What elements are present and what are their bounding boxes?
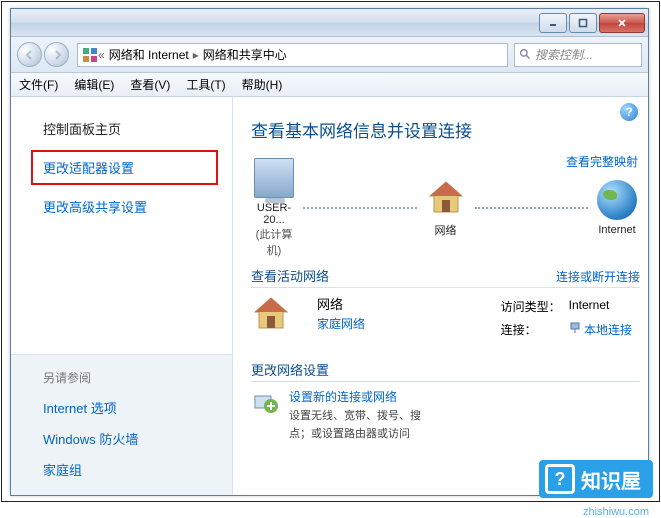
chevron-icon: « — [98, 48, 105, 62]
sidebar-adapter-settings[interactable]: 更改适配器设置 — [31, 150, 218, 185]
map-node-pc: USER-20... (此计算机) — [251, 158, 297, 258]
active-networks-header: 查看活动网络 连接或断开连接 — [251, 266, 640, 288]
connection-link[interactable]: 本地连接 — [584, 323, 632, 337]
breadcrumb[interactable]: « 网络和 Internet ▸ 网络和共享中心 — [77, 43, 508, 67]
menu-view[interactable]: 查看(V) — [130, 76, 170, 93]
nav-back-button[interactable] — [17, 42, 42, 67]
maximize-button[interactable] — [569, 13, 597, 33]
help-icon[interactable]: ? — [620, 103, 638, 121]
new-connection-icon — [251, 388, 279, 416]
sidebar-advanced-sharing[interactable]: 更改高级共享设置 — [11, 191, 232, 222]
control-panel-icon — [82, 47, 98, 63]
menu-bar: 文件(F) 编辑(E) 查看(V) 工具(T) 帮助(H) — [11, 73, 648, 97]
sidebar-link-firewall[interactable]: Windows 防火墙 — [11, 423, 232, 454]
sidebar-link-homegroup[interactable]: 家庭组 — [11, 454, 232, 485]
map-node-internet: Internet — [594, 180, 640, 236]
titlebar — [11, 9, 648, 37]
close-button[interactable] — [599, 13, 645, 33]
sidebar-seealso-header: 另请参阅 — [11, 369, 232, 392]
active-network-row: 网络 家庭网络 访问类型：Internet 连接： 本地连接 — [251, 294, 640, 350]
network-type-link[interactable]: 家庭网络 — [317, 315, 489, 332]
sidebar-link-internet-options[interactable]: Internet 选项 — [11, 392, 232, 423]
map-link-line — [303, 207, 417, 209]
window: « 网络和 Internet ▸ 网络和共享中心 搜索控制... 文件(F) 编… — [10, 8, 649, 496]
nav-forward-button[interactable] — [44, 42, 69, 67]
search-icon — [519, 48, 532, 61]
adapter-icon — [569, 322, 581, 334]
content-pane: ? 查看基本网络信息并设置连接 查看完整映射 USER-20... (此计算机)… — [233, 97, 648, 495]
minimize-button[interactable] — [539, 13, 567, 33]
sidebar-home[interactable]: 控制面板主页 — [11, 113, 232, 144]
connect-disconnect-link[interactable]: 连接或断开连接 — [556, 268, 640, 285]
address-bar: « 网络和 Internet ▸ 网络和共享中心 搜索控制... — [11, 37, 648, 73]
menu-file[interactable]: 文件(F) — [19, 76, 58, 93]
menu-tools[interactable]: 工具(T) — [186, 76, 225, 93]
map-node-network: 网络 — [423, 178, 469, 238]
globe-icon — [597, 180, 637, 220]
watermark: ? 知识屋 — [539, 460, 653, 498]
watermark-icon: ? — [545, 464, 575, 494]
house-icon — [426, 178, 466, 218]
network-properties: 访问类型：Internet 连接： 本地连接 — [499, 294, 640, 342]
menu-help[interactable]: 帮助(H) — [242, 76, 283, 93]
page-title: 查看基本网络信息并设置连接 — [251, 117, 640, 142]
sidebar: 控制面板主页 更改适配器设置 更改高级共享设置 另请参阅 Internet 选项… — [11, 97, 233, 495]
search-input[interactable]: 搜索控制... — [514, 43, 642, 67]
breadcrumb-seg2[interactable]: 网络和共享中心 — [199, 46, 291, 63]
network-map: USER-20... (此计算机) 网络 Internet — [251, 158, 640, 258]
change-settings-header: 更改网络设置 — [251, 360, 640, 382]
menu-edit[interactable]: 编辑(E) — [74, 76, 114, 93]
house-icon — [251, 294, 307, 350]
breadcrumb-seg1[interactable]: 网络和 Internet — [105, 46, 193, 63]
view-full-map-link[interactable]: 查看完整映射 — [566, 153, 638, 170]
map-link-line — [475, 207, 589, 209]
network-name: 网络 — [317, 294, 489, 313]
watermark-url: zhishiwu.com — [583, 506, 649, 518]
computer-icon — [254, 158, 294, 198]
setup-new-connection[interactable]: 设置新的连接或网络 设置无线、宽带、拨号、搜 点；或设置路由器或访问 — [251, 388, 640, 441]
